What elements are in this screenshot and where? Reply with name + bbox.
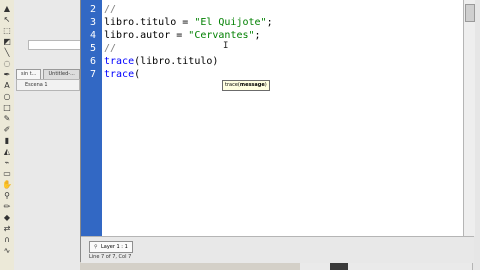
panel-field[interactable] [28,40,82,50]
scrollbar-thumb[interactable] [465,4,475,22]
tools-panel: ▲ ↖ ⬚ ◩ ╲ ◌ ✒ A ○ □ ✎ ✐ ▮ ◭ ⌁ ▭ ✋ ⚲ ✏ ◆ ⇄ ∩ ∿ [0,0,15,270]
zoom-icon[interactable]: ⚲ [2,191,12,201]
code-token: // [104,43,117,54]
arrow-icon[interactable]: ▲ [2,4,12,14]
script-navigator-bar: ⚲ Layer 1 : 1 Line 7 of 7, Col 7 [81,236,474,263]
code-token: // [104,4,117,15]
fill-color-icon[interactable]: ◆ [2,213,12,223]
code-token: trace [104,56,135,67]
code-token: libro.titulo = [104,17,195,28]
paint-bucket-icon[interactable]: ◭ [2,147,12,157]
actions-panel: 234567 //libro.titulo = "El Quijote"; lib… [80,0,475,263]
code-line[interactable]: libro.autor = "Cervantes"; [104,30,261,42]
code-token: libro.autor = [104,30,189,41]
code-line[interactable]: trace(libro.titulo) [104,56,218,68]
code-line[interactable]: libro.titulo = "El Quijote"; [104,17,273,29]
smooth-icon[interactable]: ∿ [2,246,12,256]
script-editor[interactable]: 234567 //libro.titulo = "El Quijote"; lib… [81,0,463,236]
brush-icon[interactable]: ✐ [2,125,12,135]
bottom-dark-block [330,262,348,270]
code-hint-prefix: trace( [225,82,240,88]
code-token: ; [254,30,261,41]
swap-colors-icon[interactable]: ⇄ [2,224,12,234]
editor-vertical-scrollbar[interactable] [463,0,475,236]
code-hint-suffix: ) [264,82,267,88]
script-tab[interactable]: ⚲ Layer 1 : 1 [89,241,133,253]
ibeam-cursor-icon: I [223,41,229,51]
gradient-icon[interactable]: ◩ [2,37,12,47]
scene-bar: Escena 1 [16,79,80,91]
code-hint-param: message [239,82,265,88]
cursor-position-status: Line 7 of 7, Col 7 [89,254,132,260]
document-tab[interactable]: Untitled-... [43,69,80,79]
code-line[interactable]: // [104,43,116,55]
code-hint-tooltip: trace(message) [222,80,270,91]
scene-label: Escena 1 [25,82,48,88]
pin-icon[interactable]: ⚲ [94,244,99,250]
pencil-icon[interactable]: ✎ [2,114,12,124]
line-number-gutter: 2 3 4 5 6 7 [81,0,102,236]
rectangle-icon[interactable]: □ [2,103,12,113]
text-icon[interactable]: A [2,81,12,91]
document-tab[interactable]: sin t... [16,69,42,79]
flash-ide-window: ▲ ↖ ⬚ ◩ ╲ ◌ ✒ A ○ □ ✎ ✐ ▮ ◭ ⌁ ▭ ✋ ⚲ ✏ ◆ ⇄ ∩ ∿ sin t... Untitled… [0,0,480,270]
document-tabs: sin t... Untitled-... [16,69,80,79]
lasso-icon[interactable]: ◌ [2,59,12,69]
line-number: 2 [89,4,96,15]
eraser-icon[interactable]: ▭ [2,169,12,179]
code-token: (libro.titulo) [134,56,219,67]
timeline-panel-background: sin t... Untitled-... Escena 1 [14,0,82,270]
line-number: 7 [89,69,96,80]
code-token: "Cervantes" [188,30,255,41]
bottom-panel-strip [300,262,472,270]
line-number: 6 [89,56,96,67]
hand-icon[interactable]: ✋ [2,180,12,190]
ink-bottle-icon[interactable]: ▮ [2,136,12,146]
code-line[interactable]: trace( [104,69,140,81]
code-token: trace [104,69,135,80]
code-line[interactable]: // [104,4,116,16]
line-icon[interactable]: ╲ [2,48,12,58]
script-tab-label: Layer 1 : 1 [101,244,128,250]
oval-icon[interactable]: ○ [2,92,12,102]
line-number: 4 [89,30,96,41]
line-number: 5 [89,43,96,54]
code-token: ( [134,69,141,80]
line-number: 3 [89,17,96,28]
subselect-icon[interactable]: ↖ [2,15,12,25]
code-token: "El Quijote" [194,17,267,28]
code-token: ; [266,17,273,28]
snap-icon[interactable]: ∩ [2,235,12,245]
pen-icon[interactable]: ✒ [2,70,12,80]
free-transform-icon[interactable]: ⬚ [2,26,12,36]
stroke-color-icon[interactable]: ✏ [2,202,12,212]
eyedropper-icon[interactable]: ⌁ [2,158,12,168]
